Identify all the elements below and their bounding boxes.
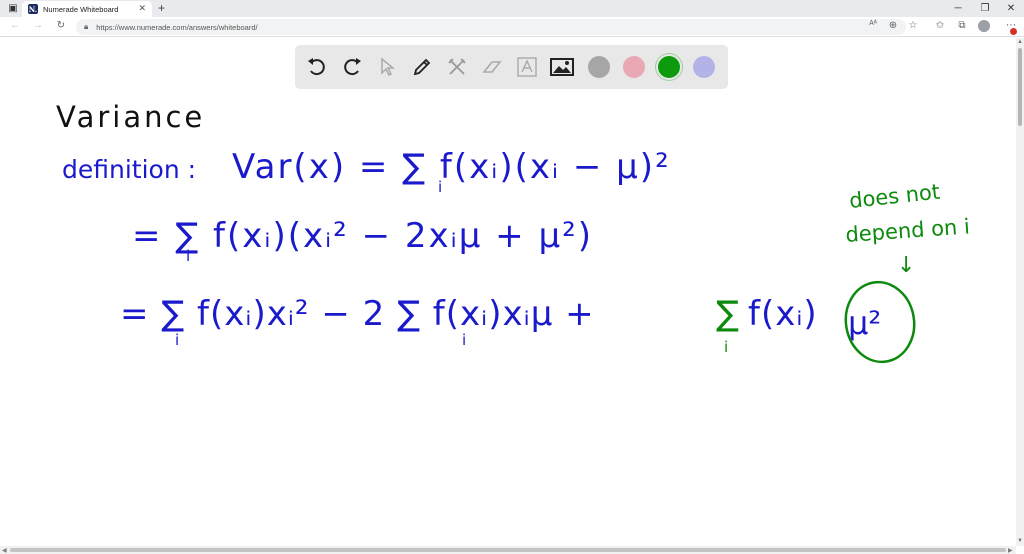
tab-strip: ▣ N. Numerade Whiteboard ✕ + ─ ❐ ✕ <box>0 0 1024 17</box>
pen-icon[interactable] <box>410 55 434 79</box>
horizontal-scrollbar-thumb[interactable] <box>10 548 1006 552</box>
scroll-up-icon[interactable]: ▲ <box>1017 39 1023 45</box>
zoom-icon[interactable]: ⊕ <box>886 20 900 31</box>
new-tab-icon[interactable]: + <box>158 1 165 15</box>
color-swatch-gray[interactable] <box>588 56 610 78</box>
url-text: https://www.numerade.com/answers/whitebo… <box>96 22 258 32</box>
navigation-bar: ← → ↻ 🔒︎ https://www.numerade.com/answer… <box>0 17 1024 37</box>
vertical-scrollbar-thumb[interactable] <box>1018 48 1022 126</box>
browser-tab[interactable]: N. Numerade Whiteboard ✕ <box>22 1 152 17</box>
scroll-right-icon[interactable]: ▶ <box>1008 547 1013 554</box>
back-icon[interactable]: ← <box>8 20 22 31</box>
restore-icon[interactable]: ❐ <box>972 0 998 17</box>
pointer-icon[interactable] <box>375 55 399 79</box>
favorite-icon[interactable]: ☆ <box>906 20 920 31</box>
color-swatch-pink[interactable] <box>623 56 645 78</box>
address-bar[interactable]: 🔒︎ https://www.numerade.com/answers/whit… <box>76 19 906 35</box>
reload-icon[interactable]: ↻ <box>54 20 68 31</box>
read-aloud-icon[interactable]: Aᴬ <box>866 20 880 27</box>
favorites-bar-icon[interactable]: ✩ <box>933 20 947 31</box>
close-window-icon[interactable]: ✕ <box>998 0 1024 17</box>
redo-icon[interactable] <box>340 55 364 79</box>
image-icon[interactable] <box>550 55 574 79</box>
collections-icon[interactable]: ⧉ <box>955 20 969 31</box>
notification-badge <box>1010 28 1017 35</box>
profile-avatar[interactable] <box>978 20 990 32</box>
scroll-left-icon[interactable]: ◀ <box>2 547 7 554</box>
eraser-icon[interactable] <box>480 55 504 79</box>
color-swatch-lavender[interactable] <box>693 56 715 78</box>
tools-icon[interactable] <box>445 55 469 79</box>
color-swatch-green[interactable] <box>658 56 680 78</box>
whiteboard-canvas[interactable] <box>0 38 1016 546</box>
tab-title: Numerade Whiteboard <box>43 4 119 14</box>
scroll-down-icon[interactable]: ▼ <box>1017 538 1023 544</box>
numerade-favicon-icon: N. <box>28 4 38 14</box>
minimize-icon[interactable]: ─ <box>945 0 971 17</box>
undo-icon[interactable] <box>305 55 329 79</box>
close-tab-icon[interactable]: ✕ <box>138 3 146 14</box>
forward-icon[interactable]: → <box>31 20 45 31</box>
whiteboard-toolbar <box>295 45 728 89</box>
text-icon[interactable] <box>515 55 539 79</box>
lock-icon: 🔒︎ <box>84 22 89 31</box>
